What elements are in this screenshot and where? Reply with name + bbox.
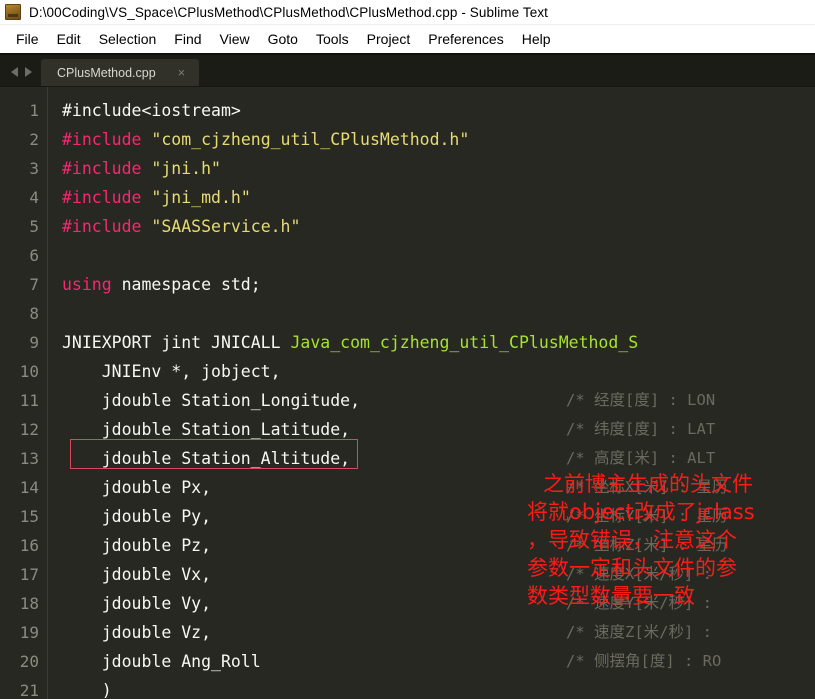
code-token: namespace std; <box>111 275 261 294</box>
line-number: 14 <box>19 478 39 497</box>
line-number: 19 <box>19 623 39 642</box>
code-line[interactable]: #include "jni_md.h" <box>48 183 815 212</box>
code-token: jdouble Station_Longitude, <box>62 391 361 410</box>
code-token: jdouble Station_Altitude, <box>62 449 351 468</box>
line-number: 8 <box>29 304 39 323</box>
code-token: jdouble Vz, <box>62 623 212 642</box>
line-number: 15 <box>19 507 39 526</box>
code-line[interactable] <box>48 241 815 270</box>
code-token: jdouble Px, <box>62 478 212 497</box>
code-token: #include <box>62 159 142 178</box>
line-number: 18 <box>19 594 39 613</box>
line-number: 21 <box>19 681 39 699</box>
code-token: #include<iostream> <box>62 101 241 120</box>
line-number: 6 <box>29 246 39 265</box>
code-token: jdouble Vx, <box>62 565 212 584</box>
code-line[interactable]: #include "jni.h" <box>48 154 815 183</box>
menu-item-view[interactable]: View <box>211 29 259 50</box>
menu-item-selection[interactable]: Selection <box>90 29 166 50</box>
code-line[interactable]: using namespace std; <box>48 270 815 299</box>
code-line[interactable]: jdouble Vx, <box>48 560 815 589</box>
code-line[interactable]: jdouble Station_Longitude, <box>48 386 815 415</box>
code-line[interactable]: #include<iostream> <box>48 96 815 125</box>
menu-item-tools[interactable]: Tools <box>307 29 358 50</box>
line-number: 11 <box>19 391 39 410</box>
code-token: using <box>62 275 112 294</box>
code-line[interactable]: jdouble Py, <box>48 502 815 531</box>
code-token: jdouble Ang_Roll <box>62 652 261 671</box>
code-token: jdouble Vy, <box>62 594 212 613</box>
tab-nav-arrows <box>0 67 41 86</box>
code-line[interactable]: jdouble Vy, <box>48 589 815 618</box>
menu-item-edit[interactable]: Edit <box>48 29 90 50</box>
line-number: 1 <box>29 101 39 120</box>
menu-bar: File Edit Selection Find View Goto Tools… <box>0 25 815 55</box>
code-line[interactable]: jdouble Station_Latitude, <box>48 415 815 444</box>
menu-item-preferences[interactable]: Preferences <box>419 29 512 50</box>
code-line[interactable]: JNIEXPORT jint JNICALL Java_com_cjzheng_… <box>48 328 815 357</box>
code-token: #include <box>62 188 142 207</box>
code-token: "jni_md.h" <box>151 188 251 207</box>
code-line[interactable]: ) <box>48 676 815 699</box>
close-icon[interactable]: × <box>178 66 186 79</box>
line-number: 10 <box>19 362 39 381</box>
code-token: #include <box>62 130 142 149</box>
code-line[interactable]: jdouble Station_Altitude, <box>48 444 815 473</box>
line-number: 20 <box>19 652 39 671</box>
code-token: JNIEXPORT jint JNICALL <box>62 333 291 352</box>
code-editor[interactable]: 1 2 3 4 5 6 7 8 9 10 11 12 13 14 15 16 17 18 19 20 21 #inclu… <box>0 87 815 699</box>
sublime-text-icon <box>5 4 21 20</box>
code-token: jdouble Station_Latitude, <box>62 420 351 439</box>
menu-item-help[interactable]: Help <box>513 29 560 50</box>
line-number: 16 <box>19 536 39 555</box>
code-area[interactable]: 1 2 3 4 5 6 7 8 9 10 11 12 13 14 15 16 17 18 19 20 21 #inclu… <box>0 87 815 699</box>
menu-item-file[interactable]: File <box>7 29 48 50</box>
tab-cplusmethod-cpp[interactable]: CPlusMethod.cpp × <box>41 59 200 86</box>
code-token: "SAASService.h" <box>151 217 301 236</box>
menu-item-find[interactable]: Find <box>165 29 210 50</box>
tab-label: CPlusMethod.cpp <box>57 65 156 80</box>
tab-bar: CPlusMethod.cpp × <box>0 55 815 87</box>
code-line[interactable] <box>48 299 815 328</box>
line-number: 7 <box>29 275 39 294</box>
window-title: D:\00Coding\VS_Space\CPlusMethod\CPlusMe… <box>29 4 549 20</box>
code-token: Java_com_cjzheng_util_CPlusMethod_S <box>290 333 639 352</box>
line-number-gutter: 1 2 3 4 5 6 7 8 9 10 11 12 13 14 15 16 17 18 19 20 21 <box>0 87 48 699</box>
code-token: jdouble Py, <box>62 507 212 526</box>
line-number: 12 <box>19 420 39 439</box>
code-line[interactable]: #include "com_cjzheng_util_CPlusMethod.h… <box>48 125 815 154</box>
code-line[interactable]: #include "SAASService.h" <box>48 212 815 241</box>
line-number: 3 <box>29 159 39 178</box>
menu-item-project[interactable]: Project <box>358 29 420 50</box>
line-number: 13 <box>19 449 39 468</box>
line-number: 4 <box>29 188 39 207</box>
code-token: #include <box>62 217 142 236</box>
code-token: "com_cjzheng_util_CPlusMethod.h" <box>151 130 470 149</box>
code-line[interactable]: jdouble Vz, <box>48 618 815 647</box>
code-line[interactable]: jdouble Ang_Roll <box>48 647 815 676</box>
chevron-left-icon[interactable] <box>11 67 18 77</box>
menu-item-goto[interactable]: Goto <box>259 29 307 50</box>
code-line[interactable]: jdouble Px, <box>48 473 815 502</box>
line-number: 5 <box>29 217 39 236</box>
code-token: "jni.h" <box>151 159 221 178</box>
code-token: JNIEnv *, jobject, <box>62 362 281 381</box>
code-line[interactable]: jdouble Pz, <box>48 531 815 560</box>
line-number: 9 <box>29 333 39 352</box>
chevron-right-icon[interactable] <box>25 67 32 77</box>
code-lines[interactable]: #include<iostream> #include "com_cjzheng_… <box>48 87 815 699</box>
code-line[interactable]: JNIEnv *, jobject, <box>48 357 815 386</box>
code-token: jdouble Pz, <box>62 536 212 555</box>
code-token: ) <box>62 681 112 699</box>
title-bar: D:\00Coding\VS_Space\CPlusMethod\CPlusMe… <box>0 0 815 25</box>
line-number: 17 <box>19 565 39 584</box>
line-number: 2 <box>29 130 39 149</box>
